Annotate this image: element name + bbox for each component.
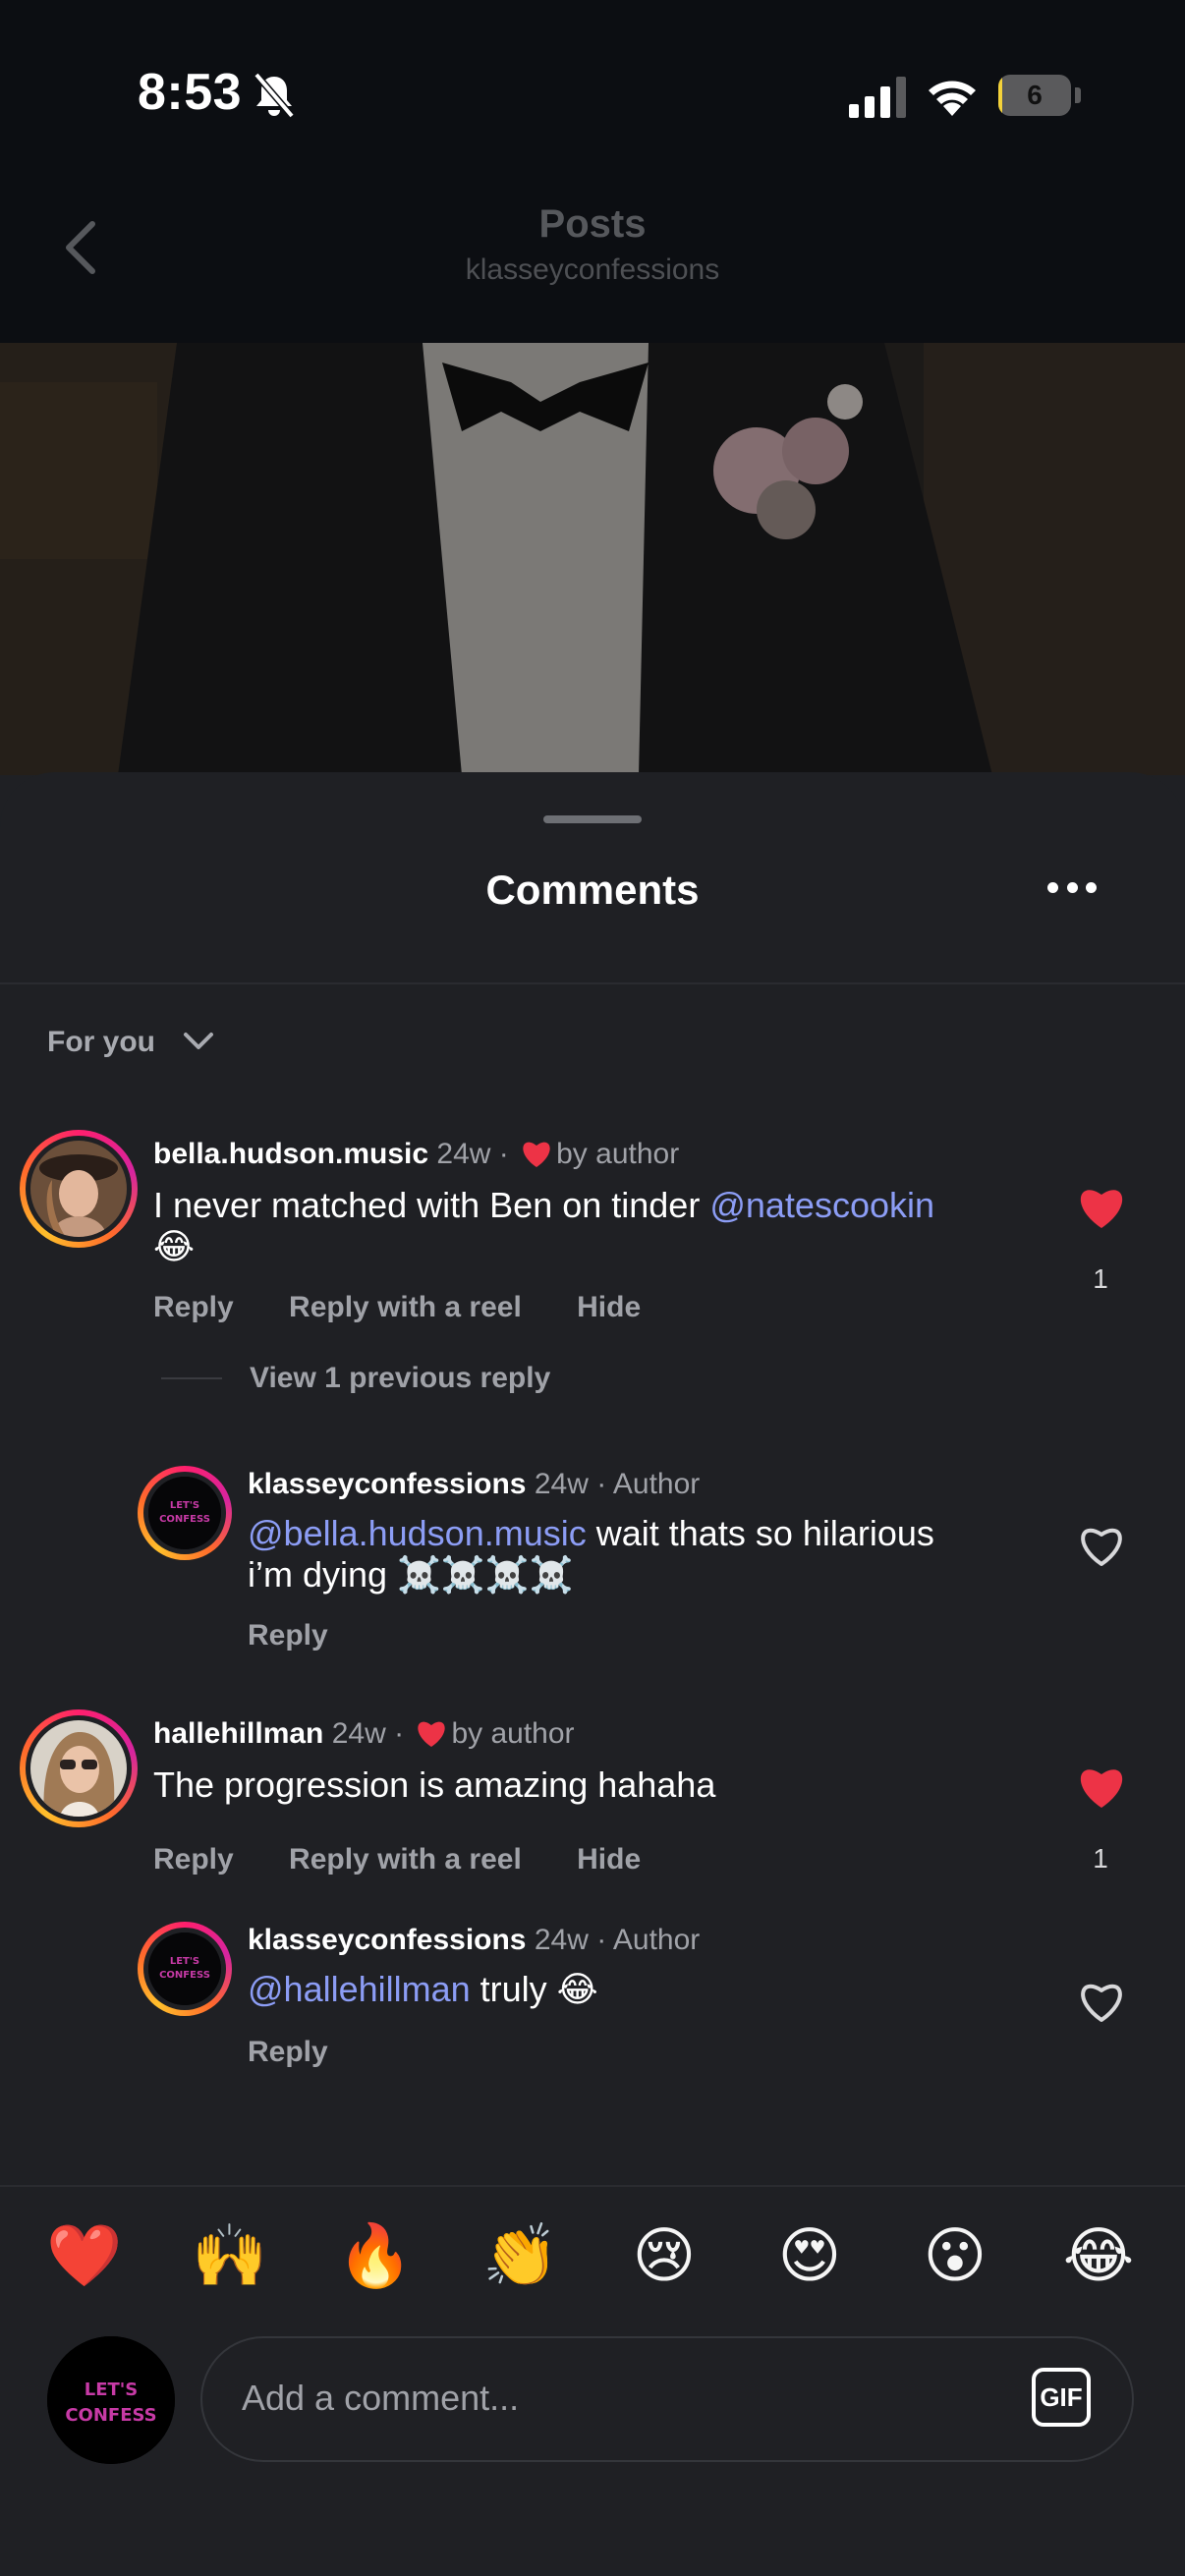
comment-text-line2: i’m dying ☠️☠️☠️☠️ [248,1554,574,1595]
avatar[interactable]: LET'S CONFESS [138,1922,232,2016]
comment-username[interactable]: hallehillman [153,1717,323,1750]
svg-text:CONFESS: CONFESS [65,2405,156,2426]
svg-text:LET'S: LET'S [170,1500,199,1511]
comment-meta: hallehillman 24w · by author [153,1717,575,1751]
reaction-clap-button[interactable]: 👏 [480,2216,562,2295]
comment-text-body: I never matched with Ben on tinder [153,1185,701,1225]
battery-icon: 6 [998,75,1081,118]
comment-time: 24w · [331,1717,405,1750]
comment-emoji: 😂 [153,1226,196,1266]
avatar[interactable] [20,1709,138,1827]
lets-confess-logo: LET'S CONFESS [148,1477,221,1549]
comment-time: 24w · Author [534,1468,701,1500]
reaction-crying-button[interactable]: 😢 [623,2216,705,2295]
author-liked-heart-icon [418,1721,446,1747]
reaction-laughing-button[interactable]: 😂 [1057,2216,1140,2295]
more-options-icon[interactable] [1047,882,1097,896]
author-liked-heart-icon [523,1142,550,1167]
divider [0,982,1185,984]
reaction-heart-button[interactable]: ❤️ [43,2216,126,2295]
view-replies-line [161,1377,222,1379]
comment-actions: Reply [248,1619,375,1652]
comment-text-body: wait thats so hilarious [595,1513,934,1553]
reply-button[interactable]: Reply [248,1619,328,1652]
wifi-icon [929,81,976,116]
comment-input[interactable]: Add a comment... GIF [200,2336,1134,2462]
sheet-title: Comments [485,867,700,913]
comment-username[interactable]: klasseyconfessions [248,1924,527,1956]
reply-button[interactable]: Reply [153,1843,234,1876]
battery-level: 6 [1027,80,1043,110]
reply-button[interactable]: Reply [153,1291,234,1323]
heart-filled-icon[interactable] [1077,1764,1126,1810]
reaction-surprised-button[interactable]: 😮 [914,2216,996,2295]
comment-time: 24w · Author [534,1924,701,1956]
comment-actions: Reply Reply with a reel Hide [153,1291,688,1324]
profile-photo [30,1720,127,1817]
heart-outline-icon[interactable] [1077,1523,1126,1568]
mention-link[interactable]: @bella.hudson.music [248,1513,587,1553]
sort-dropdown-label[interactable]: For you [47,1026,155,1059]
like-count: 1 [1093,1263,1108,1294]
reply-with-reel-button[interactable]: Reply with a reel [289,1291,522,1323]
comment-actions: Reply Reply with a reel Hide [153,1843,688,1876]
comment-text: The progression is amazing hahaha [153,1764,716,1805]
liked-by-author-label: by author [451,1717,575,1750]
profile-photo [30,1141,127,1237]
comment-text: I never matched with Ben on tinder @nate… [153,1185,1018,1267]
sheet-grabber[interactable] [543,815,642,823]
reply-button[interactable]: Reply [248,2036,328,2068]
comment-time: 24w · [436,1138,509,1170]
avatar[interactable] [20,1130,138,1248]
like-count: 1 [1093,1843,1108,1874]
svg-text:CONFESS: CONFESS [159,1514,210,1525]
gif-button[interactable]: GIF [1032,2368,1091,2427]
heart-filled-icon[interactable] [1077,1185,1126,1230]
comments-sheet: Comments For you [0,772,1185,2576]
status-time: 8:53 [138,64,243,121]
mention-link[interactable]: @natescookin [709,1185,934,1225]
comment-meta: klasseyconfessions 24w · Author [248,1924,700,1957]
hide-button[interactable]: Hide [577,1291,641,1323]
page-subtitle: klasseyconfessions [465,253,720,286]
comment-text-body: truly 😂 [480,1969,598,2009]
post-image [0,343,1185,775]
reaction-raised-hands-button[interactable]: 🙌 [189,2216,271,2295]
post-media [0,343,1185,775]
header-bar: 8:53 6 Posts klasseyconfessions [0,0,1185,343]
bell-muted-icon [254,72,295,119]
comment-text: @bella.hudson.music wait thats so hilari… [248,1513,1034,1596]
comment-actions: Reply [248,2036,375,2069]
comment-username[interactable]: bella.hudson.music [153,1138,428,1170]
liked-by-author-label: by author [556,1138,680,1170]
avatar[interactable]: LET'S CONFESS [138,1466,232,1560]
chevron-down-icon[interactable] [183,1030,214,1053]
lets-confess-logo: LET'S CONFESS [148,1932,221,2005]
reaction-heart-eyes-button[interactable]: 😍 [768,2216,851,2295]
view-previous-replies-button[interactable]: View 1 previous reply [250,1362,550,1395]
comment-meta: bella.hudson.music 24w · by author [153,1138,679,1171]
lets-confess-logo: LET'S CONFESS [47,2336,175,2464]
hide-button[interactable]: Hide [577,1843,641,1876]
comment-input-placeholder: Add a comment... [242,2378,520,2418]
comment-username[interactable]: klasseyconfessions [248,1468,527,1500]
heart-outline-icon[interactable] [1077,1979,1126,2024]
divider [0,2185,1185,2187]
my-avatar[interactable]: LET'S CONFESS [47,2336,175,2464]
svg-text:LET'S: LET'S [85,2380,139,2400]
svg-text:CONFESS: CONFESS [159,1970,210,1981]
reaction-fire-button[interactable]: 🔥 [334,2216,417,2295]
svg-text:LET'S: LET'S [170,1956,199,1967]
mention-link[interactable]: @hallehillman [248,1969,471,2009]
comment-meta: klasseyconfessions 24w · Author [248,1468,700,1501]
comment-text: @hallehillman truly 😂 [248,1969,1034,2010]
reply-with-reel-button[interactable]: Reply with a reel [289,1843,522,1876]
page-title: Posts [538,202,647,246]
cellular-signal-icon [849,77,906,118]
